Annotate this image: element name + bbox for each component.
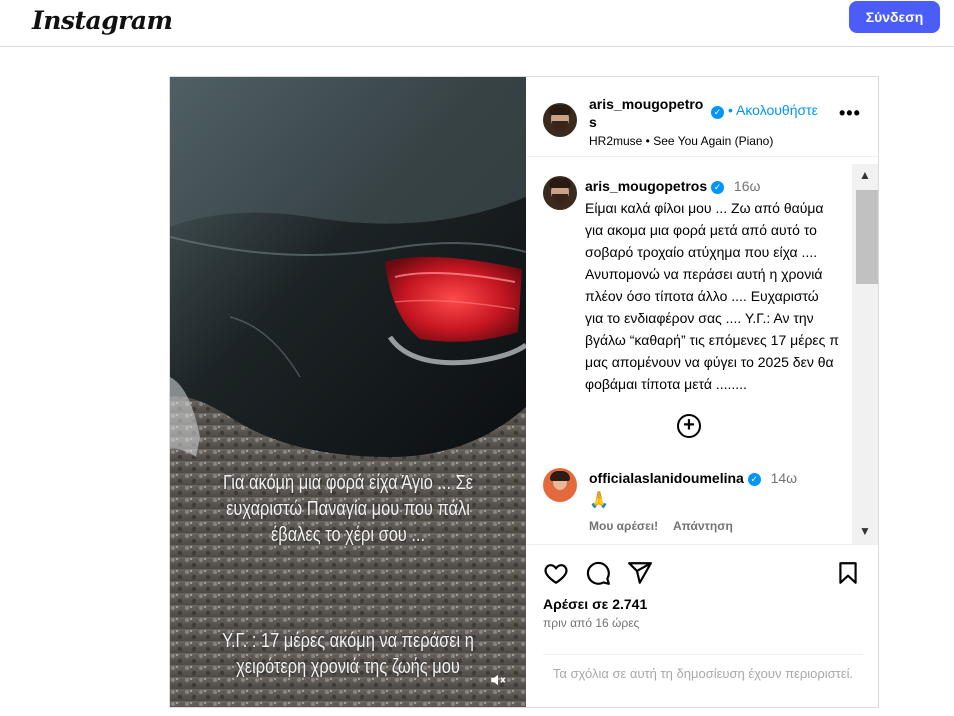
overlay-line: έβαλες το χέρι σου ... (270, 524, 426, 546)
login-button[interactable]: Σύνδεση (849, 1, 940, 33)
overlay-line: χειρότερη χρονιά της ζωής μου (236, 656, 460, 678)
avatar[interactable] (543, 176, 577, 210)
chevron-up-icon[interactable]: ▲ (852, 164, 878, 186)
caption-time[interactable]: 16ω (734, 178, 761, 194)
overlay-line: Για ακόμη μια φορά είχα Άγιο ... Σε (222, 472, 474, 494)
comments-list[interactable]: aris_mougopetros ✓ 16ω Είμαι καλά φίλοι … (527, 164, 878, 544)
bookmark-icon[interactable] (835, 560, 861, 586)
comment-like-button[interactable]: Μου αρέσει! (589, 519, 658, 533)
speaker-muted-icon[interactable] (486, 671, 510, 693)
more-options-icon[interactable]: ••• (839, 104, 861, 122)
comment-actions: Μου αρέσει! Απάντηση (589, 519, 745, 533)
likes-count[interactable]: Αρέσει σε 2.741 (543, 596, 647, 612)
overlay-caption-top: Για ακόμη μια φορά είχα Άγιο ... Σε ευχα… (202, 470, 494, 548)
top-bar: Instagram Σύνδεση (0, 0, 954, 47)
comment-text: 🙏 (589, 492, 609, 509)
audio-track[interactable]: HR2muse • See You Again (Piano) (589, 134, 773, 148)
post-media[interactable]: Για ακόμη μια φορά είχα Άγιο ... Σε ευχα… (170, 77, 526, 707)
chevron-down-icon[interactable]: ▼ (852, 520, 878, 542)
overlay-line: Υ.Γ. : 17 μέρες ακόμη να περάσει η (222, 630, 474, 652)
caption-text: Είμαι καλά φίλοι μου ... Ζω από θαύμα γι… (585, 200, 839, 392)
post-container: Για ακόμη μια φορά είχα Άγιο ... Σε ευχα… (169, 76, 879, 708)
verified-badge-icon: ✓ (711, 180, 725, 194)
caption-username[interactable]: aris_mougopetros (585, 178, 707, 194)
comment-time[interactable]: 14ω (771, 470, 798, 486)
share-icon[interactable] (627, 560, 653, 586)
follow-button[interactable]: • Ακολουθήστε (728, 102, 818, 118)
car-photo (170, 77, 526, 707)
comments-scrollbar[interactable]: ▲ ▼ (852, 164, 878, 544)
author-username[interactable]: aris_mougopetro s (589, 95, 707, 131)
overlay-line: ευχαριστώ Παναγία μου που πάλι (226, 498, 470, 520)
overlay-caption-bottom: Υ.Γ. : 17 μέρες ακόμη να περάσει η χειρό… (202, 628, 494, 680)
comment-header: officialaslanidoumelina ✓ 14ω (589, 470, 797, 486)
comment-icon[interactable] (585, 560, 611, 586)
caption-header: aris_mougopetros ✓ 16ω (585, 178, 760, 194)
instagram-logo[interactable]: Instagram (32, 6, 173, 35)
post-side-panel: aris_mougopetro s ✓ • Ακολουθήστε ••• HR… (527, 77, 878, 707)
comment-username[interactable]: officialaslanidoumelina (589, 470, 744, 486)
plus-circle-icon[interactable]: + (677, 414, 701, 438)
verified-badge-icon: ✓ (747, 472, 761, 486)
verified-badge-icon: ✓ (711, 106, 724, 119)
avatar[interactable] (543, 468, 577, 502)
scroll-thumb[interactable] (856, 190, 878, 284)
heart-icon[interactable] (543, 560, 569, 586)
avatar[interactable] (543, 103, 577, 137)
comment-reply-button[interactable]: Απάντηση (673, 519, 733, 533)
comments-limited-notice: Τα σχόλια σε αυτή τη δημοσίευση έχουν πε… (543, 654, 863, 682)
post-header: aris_mougopetro s ✓ • Ακολουθήστε ••• HR… (527, 77, 878, 157)
post-actions: Αρέσει σε 2.741 πριν από 16 ώρες Τα σχόλ… (527, 544, 878, 704)
post-timestamp[interactable]: πριν από 16 ώρες (543, 616, 639, 630)
